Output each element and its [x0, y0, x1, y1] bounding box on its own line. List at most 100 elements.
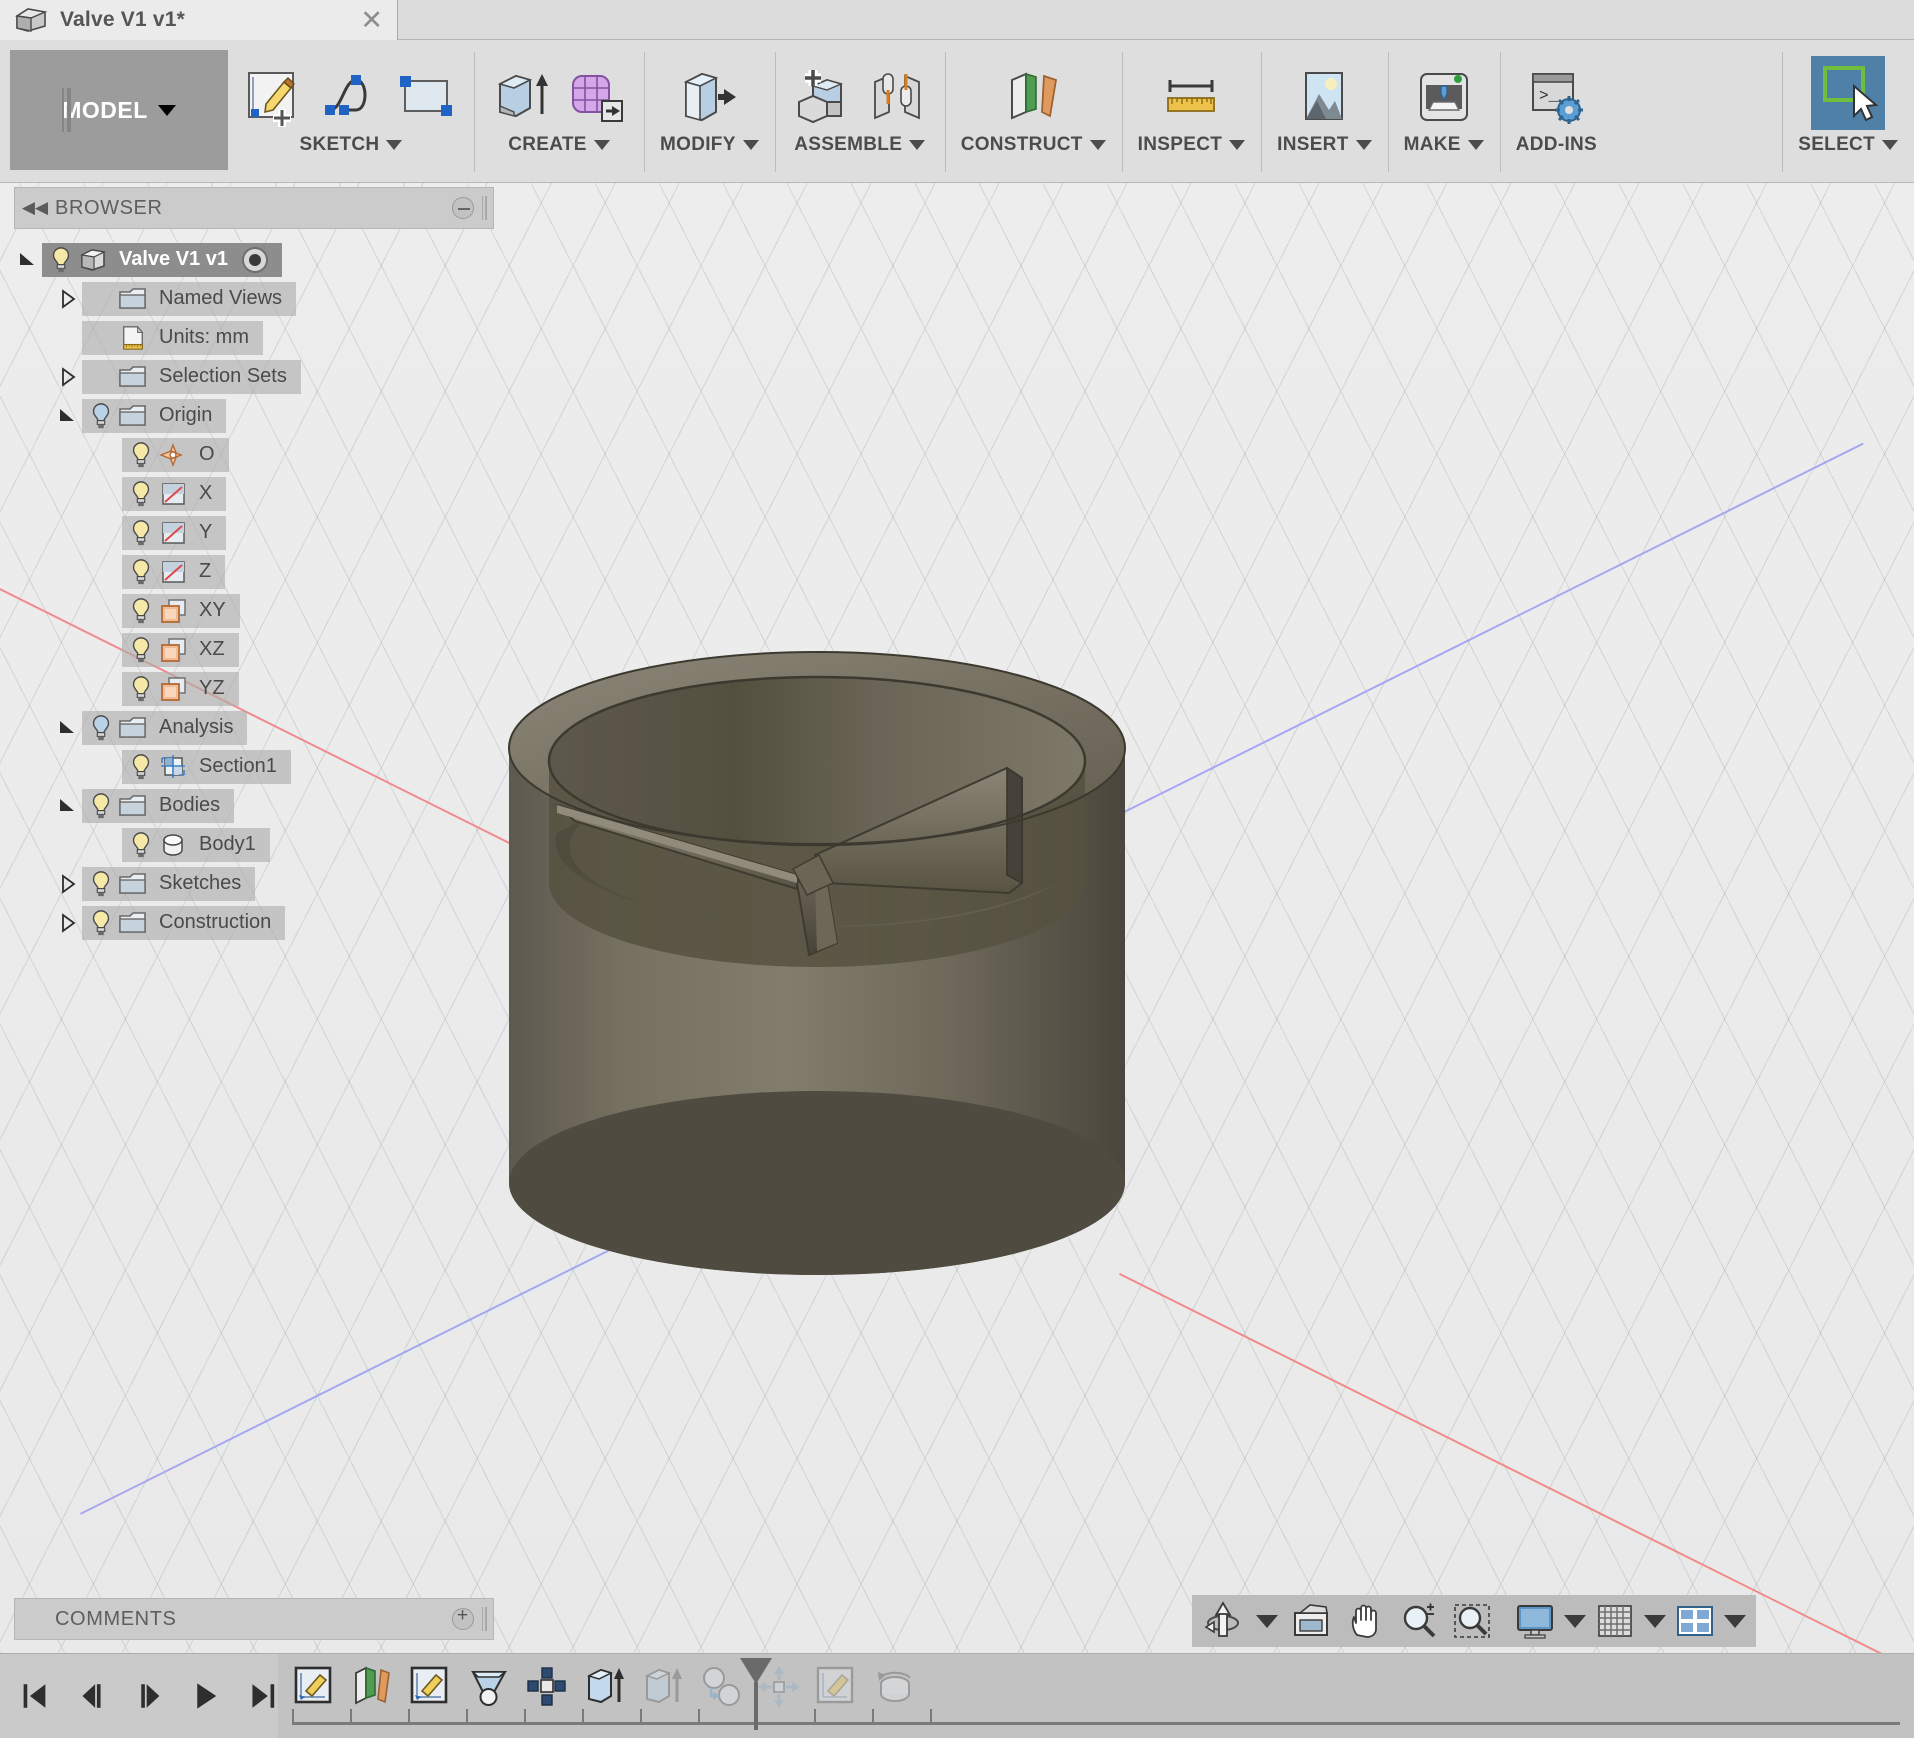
- timeline-marker[interactable]: [740, 1657, 772, 1684]
- tree-item-x[interactable]: X: [122, 476, 227, 511]
- lightbulb-icon[interactable]: [128, 441, 154, 469]
- model-body[interactable]: [497, 583, 1137, 1343]
- go-to-beginning-icon[interactable]: [20, 1679, 51, 1713]
- workspace-switcher-model[interactable]: MODEL: [10, 50, 228, 170]
- triangle-expanded-icon[interactable]: [57, 405, 79, 427]
- press-pull-icon[interactable]: [678, 68, 740, 130]
- create-sketch-icon[interactable]: [244, 68, 306, 130]
- step-back-icon[interactable]: [77, 1679, 108, 1713]
- browser-tree-row[interactable]: Origin: [14, 396, 494, 435]
- pan-hand-icon[interactable]: [1344, 1601, 1386, 1641]
- tree-item-o[interactable]: O: [122, 437, 229, 472]
- viewports-icon[interactable]: [1674, 1601, 1716, 1641]
- 3d-print-icon[interactable]: [1413, 68, 1475, 130]
- tree-item-xz[interactable]: XZ: [122, 632, 239, 667]
- select-window-icon[interactable]: [1811, 56, 1886, 130]
- tree-item-units-mm[interactable]: Units: mm: [82, 320, 263, 355]
- tree-expander[interactable]: [54, 912, 82, 934]
- tree-item-yz[interactable]: YZ: [122, 671, 239, 706]
- display-settings-icon[interactable]: [1514, 1601, 1556, 1641]
- ribbon-group-label[interactable]: INSERT: [1277, 134, 1372, 156]
- lightbulb-icon[interactable]: [128, 636, 154, 664]
- minimize-icon[interactable]: [452, 197, 474, 219]
- ribbon-group-label[interactable]: CREATE: [508, 134, 610, 156]
- lightbulb-icon[interactable]: [128, 519, 154, 547]
- lightbulb-icon[interactable]: [88, 792, 114, 820]
- triangle-collapsed-icon[interactable]: [57, 288, 79, 310]
- orbit-icon[interactable]: [1202, 1601, 1244, 1641]
- joint-icon[interactable]: [867, 68, 929, 130]
- lightbulb-icon[interactable]: [48, 246, 74, 274]
- activate-component-radio[interactable]: [241, 246, 268, 273]
- tree-item-construction[interactable]: Construction: [82, 905, 286, 940]
- tree-expander[interactable]: [54, 405, 82, 427]
- tree-item-valve-v1-v1[interactable]: Valve V1 v1: [42, 242, 282, 277]
- lightbulb-icon[interactable]: [88, 909, 114, 937]
- look-at-icon[interactable]: [1290, 1601, 1332, 1641]
- add-comment-icon[interactable]: [452, 1605, 474, 1630]
- triangle-collapsed-icon[interactable]: [57, 873, 79, 895]
- grid-snaps-icon[interactable]: [1594, 1601, 1636, 1641]
- collapse-left-icon[interactable]: ◀◀: [15, 198, 55, 218]
- lightbulb-icon[interactable]: [88, 870, 114, 898]
- browser-tree-row[interactable]: Analysis: [14, 708, 494, 747]
- play-icon[interactable]: [190, 1679, 221, 1713]
- browser-tree-row[interactable]: Sketches: [14, 864, 494, 903]
- extrude-icon[interactable]: [490, 68, 552, 130]
- tree-item-z[interactable]: Z: [122, 554, 226, 589]
- tree-item-bodies[interactable]: Bodies: [82, 788, 235, 823]
- triangle-expanded-icon[interactable]: [57, 717, 79, 739]
- lightbulb-icon[interactable]: [128, 558, 154, 586]
- rectangle-icon[interactable]: [396, 68, 458, 130]
- lightbulb-icon[interactable]: [128, 597, 154, 625]
- drag-grip[interactable]: [482, 1607, 487, 1631]
- browser-tree-row[interactable]: Body1: [14, 825, 494, 864]
- triangle-collapsed-icon[interactable]: [57, 912, 79, 934]
- new-component-icon[interactable]: [791, 68, 853, 130]
- tree-expander[interactable]: [54, 717, 82, 739]
- triangle-expanded-icon[interactable]: [57, 795, 79, 817]
- drag-grip[interactable]: [482, 196, 487, 220]
- lightbulb-icon[interactable]: [128, 675, 154, 703]
- zoom-window-icon[interactable]: [1452, 1601, 1494, 1641]
- browser-tree-row[interactable]: Bodies: [14, 786, 494, 825]
- document-tab[interactable]: Valve V1 v1* ✕: [0, 0, 398, 40]
- browser-tree-row[interactable]: XZ: [14, 630, 494, 669]
- lightbulb-icon[interactable]: [128, 831, 154, 859]
- tree-item-section1[interactable]: Section1: [122, 749, 291, 784]
- browser-tree-row[interactable]: Construction: [14, 903, 494, 942]
- browser-tree-row[interactable]: Selection Sets: [14, 357, 494, 396]
- tree-item-analysis[interactable]: Analysis: [82, 710, 248, 745]
- insert-image-icon[interactable]: [1293, 68, 1355, 130]
- tree-item-body1[interactable]: Body1: [122, 827, 270, 862]
- triangle-expanded-icon[interactable]: [17, 249, 39, 271]
- zoom-magnifier-icon[interactable]: [1398, 1601, 1440, 1641]
- create-form-icon[interactable]: [566, 68, 628, 130]
- browser-tree-row[interactable]: Named Views: [14, 279, 494, 318]
- browser-tree-row[interactable]: Section1: [14, 747, 494, 786]
- ribbon-group-label[interactable]: MAKE: [1404, 134, 1484, 156]
- chevron-down-icon[interactable]: [1644, 1614, 1666, 1628]
- lightbulb-icon[interactable]: [128, 753, 154, 781]
- browser-tree-row[interactable]: O: [14, 435, 494, 474]
- tree-item-sketches[interactable]: Sketches: [82, 866, 256, 901]
- browser-tree-row[interactable]: Y: [14, 513, 494, 552]
- lightbulb-icon[interactable]: [88, 714, 114, 742]
- chevron-down-icon[interactable]: [1724, 1614, 1746, 1628]
- tree-expander[interactable]: [54, 873, 82, 895]
- ribbon-group-label[interactable]: MODIFY: [660, 134, 759, 156]
- ribbon-group-label[interactable]: ASSEMBLE: [794, 134, 926, 156]
- close-icon[interactable]: ✕: [360, 6, 383, 34]
- browser-tree-row[interactable]: Units: mm: [14, 318, 494, 357]
- ribbon-group-label[interactable]: SKETCH: [300, 134, 403, 156]
- step-forward-icon[interactable]: [134, 1679, 165, 1713]
- ribbon-group-label[interactable]: ADD-INS: [1516, 134, 1597, 156]
- tree-item-origin[interactable]: Origin: [82, 398, 227, 433]
- lightbulb-icon[interactable]: [88, 402, 114, 430]
- chevron-down-icon[interactable]: [1256, 1614, 1278, 1628]
- ribbon-group-label[interactable]: SELECT: [1798, 134, 1898, 156]
- offset-plane-icon[interactable]: [1002, 68, 1064, 130]
- chevron-down-icon[interactable]: [1564, 1614, 1586, 1628]
- tree-item-selection-sets[interactable]: Selection Sets: [82, 359, 301, 394]
- browser-tree-row[interactable]: Valve V1 v1: [14, 240, 494, 279]
